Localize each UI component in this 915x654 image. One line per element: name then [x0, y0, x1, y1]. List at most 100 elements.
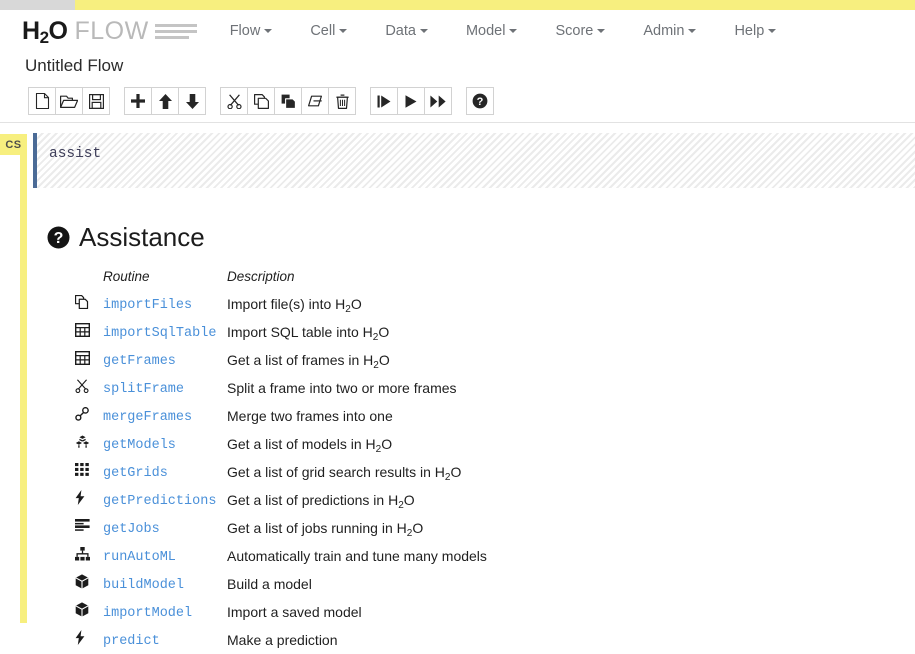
- table-row[interactable]: importModel Import a saved model: [75, 598, 487, 626]
- routine-link[interactable]: importFiles: [103, 290, 227, 318]
- nav-item-admin[interactable]: Admin: [643, 19, 697, 43]
- routine-table-header-row: Routine Description: [75, 269, 487, 290]
- cell-input-area: assist: [33, 133, 915, 188]
- routine-link-text[interactable]: mergeFrames: [103, 410, 192, 425]
- chevron-down-icon: [419, 29, 428, 33]
- table-row[interactable]: getModels Get a list of models in H2O: [75, 430, 487, 458]
- nav-item-cell[interactable]: Cell: [310, 19, 348, 43]
- copy-cell-button[interactable]: [247, 87, 275, 115]
- run-all-button[interactable]: [424, 87, 452, 115]
- svg-text:?: ?: [477, 96, 484, 108]
- routine-link-text[interactable]: buildModel: [103, 578, 184, 593]
- routine-link-text[interactable]: importFiles: [103, 298, 192, 313]
- nav-item-help[interactable]: Help: [734, 19, 777, 43]
- move-cell-down-button[interactable]: [178, 87, 206, 115]
- table-row[interactable]: getJobs Get a list of jobs running in H2…: [75, 514, 487, 542]
- routine-link[interactable]: getModels: [103, 430, 227, 458]
- flow-title[interactable]: Untitled Flow: [25, 56, 123, 76]
- chevron-down-icon: [509, 29, 518, 33]
- move-cell-up-button[interactable]: [151, 87, 179, 115]
- routine-link-text[interactable]: getJobs: [103, 522, 160, 537]
- table-row[interactable]: predict Make a prediction: [75, 626, 487, 654]
- copy-files-icon: [75, 290, 103, 318]
- nav-item-score[interactable]: Score: [555, 19, 606, 43]
- routine-link-text[interactable]: splitFrame: [103, 382, 184, 397]
- routine-link-text[interactable]: importSqlTable: [103, 326, 216, 341]
- table-row[interactable]: mergeFrames Merge two frames into one: [75, 402, 487, 430]
- routine-link-text[interactable]: importModel: [103, 606, 192, 621]
- sitemap-icon: [75, 542, 103, 570]
- routine-link-text[interactable]: getGrids: [103, 466, 168, 481]
- delete-cell-button[interactable]: [328, 87, 356, 115]
- new-flow-button[interactable]: [28, 87, 56, 115]
- table-row[interactable]: getGrids Get a list of grid search resul…: [75, 458, 487, 486]
- table-row[interactable]: buildModel Build a model: [75, 570, 487, 598]
- toolbar-group-clipboard: [220, 87, 356, 115]
- routine-description: Automatically train and tune many models: [227, 548, 487, 564]
- routine-link[interactable]: getFrames: [103, 346, 227, 374]
- save-flow-button[interactable]: [82, 87, 110, 115]
- table-row[interactable]: importFiles Import file(s) into H2O: [75, 290, 487, 318]
- run-cell-button[interactable]: [370, 87, 398, 115]
- assist-help-button[interactable]: ?: [466, 87, 494, 115]
- hamburger-icon[interactable]: [154, 23, 197, 39]
- routine-link[interactable]: mergeFrames: [103, 402, 227, 430]
- column-header-description: Description: [227, 269, 295, 284]
- nav-item-model[interactable]: Model: [466, 19, 518, 43]
- table-row[interactable]: runAutoML Automatically train and tune m…: [75, 542, 487, 570]
- routine-description: Import a saved model: [227, 604, 362, 620]
- clear-cell-button[interactable]: [301, 87, 329, 115]
- routine-link[interactable]: getGrids: [103, 458, 227, 486]
- routine-link-text[interactable]: predict: [103, 634, 160, 649]
- insert-cell-button[interactable]: [124, 87, 152, 115]
- brand-logo[interactable]: H2O FLOW: [22, 16, 197, 46]
- toolbar-divider: [0, 122, 915, 123]
- routine-link[interactable]: importSqlTable: [103, 318, 227, 346]
- column-header-icon: [75, 269, 103, 290]
- routine-link[interactable]: predict: [103, 626, 227, 654]
- routine-description: Merge two frames into one: [227, 408, 393, 424]
- flow-wordmark: FLOW: [74, 16, 149, 45]
- cell-type-badge[interactable]: CS: [0, 134, 27, 155]
- grid-dots-icon: [75, 458, 103, 486]
- routine-link-text[interactable]: getPredictions: [103, 494, 216, 509]
- routine-link[interactable]: buildModel: [103, 570, 227, 598]
- nav-item-flow[interactable]: Flow: [230, 19, 273, 43]
- routine-table-body: importFiles Import file(s) into H2O impo…: [75, 290, 487, 654]
- table-row[interactable]: splitFrame Split a frame into two or mor…: [75, 374, 487, 402]
- nav-item-data[interactable]: Data: [385, 19, 428, 43]
- routine-link-text[interactable]: getModels: [103, 438, 176, 453]
- routine-link[interactable]: runAutoML: [103, 542, 227, 570]
- routine-table: Routine Description importFiles Import f…: [75, 269, 487, 654]
- routine-link[interactable]: importModel: [103, 598, 227, 626]
- routine-table-head: Routine Description: [75, 269, 487, 290]
- table-row[interactable]: importSqlTable Import SQL table into H2O: [75, 318, 487, 346]
- routine-link-text[interactable]: getFrames: [103, 354, 176, 369]
- question-circle-icon: ?: [47, 226, 70, 249]
- routine-link[interactable]: splitFrame: [103, 374, 227, 402]
- paste-cell-button[interactable]: [274, 87, 302, 115]
- routine-description: Build a model: [227, 576, 312, 592]
- link-chain-icon: [75, 402, 103, 430]
- toolbar-group-file: [28, 87, 110, 115]
- table-grid-icon: [75, 346, 103, 374]
- routine-description: Get a list of frames in H2O: [227, 352, 390, 371]
- cut-cell-button[interactable]: [220, 87, 248, 115]
- cell-input[interactable]: assist: [37, 133, 915, 188]
- routine-link[interactable]: getJobs: [103, 514, 227, 542]
- bolt-icon: [75, 626, 103, 654]
- scissors-icon: [75, 374, 103, 402]
- table-row[interactable]: getFrames Get a list of frames in H2O: [75, 346, 487, 374]
- top-accent-bar: [0, 0, 915, 10]
- top-accent-gray-segment: [0, 0, 75, 10]
- table-row[interactable]: getPredictions Get a list of predictions…: [75, 486, 487, 514]
- top-accent-yellow-segment: [75, 0, 915, 10]
- cubes-icon: [75, 430, 103, 458]
- routine-link[interactable]: getPredictions: [103, 486, 227, 514]
- routine-description: Make a prediction: [227, 632, 338, 648]
- nav-menu: Flow Cell Data Model Score Admin Help: [230, 19, 815, 43]
- open-flow-button[interactable]: [55, 87, 83, 115]
- toolbar-group-assist: ?: [466, 87, 494, 115]
- routine-link-text[interactable]: runAutoML: [103, 550, 176, 565]
- run-and-select-button[interactable]: [397, 87, 425, 115]
